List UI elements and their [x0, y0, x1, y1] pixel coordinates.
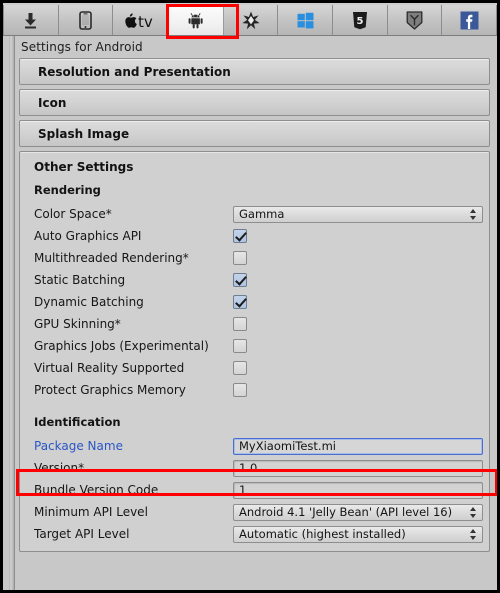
row-virtual-reality-supported: Virtual Reality Supported	[20, 357, 489, 379]
row-version: Version* 1.0	[20, 457, 489, 479]
tab-ios[interactable]	[58, 5, 114, 35]
tab-webgl[interactable]: 5	[333, 5, 388, 35]
chevron-updown-icon	[469, 506, 478, 519]
svg-text:tv: tv	[138, 13, 153, 30]
multithreaded-rendering-checkbox[interactable]	[233, 251, 247, 265]
other-settings-panel: Other Settings Rendering Color Space* Ga…	[19, 151, 490, 552]
static-batching-label: Static Batching	[34, 273, 126, 287]
html5-shield-icon: 5	[352, 11, 368, 30]
other-settings-title[interactable]: Other Settings	[20, 160, 489, 174]
row-package-name: Package Name MyXiaomiTest.mi	[20, 435, 489, 457]
tizen-icon	[241, 11, 261, 30]
samsung-tv-icon	[406, 10, 423, 30]
row-target-api-level: Target API Level Automatic (highest inst…	[20, 523, 489, 545]
rendering-group-label: Rendering	[34, 183, 101, 197]
virtual-reality-supported-label: Virtual Reality Supported	[34, 361, 185, 375]
row-auto-graphics-api: Auto Graphics API	[20, 225, 489, 247]
windows-logo-icon	[297, 12, 314, 29]
foldout-icon[interactable]: Icon	[19, 89, 490, 116]
chevron-updown-icon	[469, 208, 478, 221]
virtual-reality-supported-checkbox[interactable]	[233, 361, 247, 375]
row-minimum-api-level: Minimum API Level Android 4.1 'Jelly Bea…	[20, 501, 489, 523]
foldout-label: Splash Image	[38, 126, 130, 141]
version-value: 1.0	[239, 461, 258, 475]
player-settings-window: tv 5 Settings for Android Resolution and…	[0, 0, 500, 593]
tab-standalone[interactable]	[3, 5, 59, 35]
color-space-dropdown[interactable]: Gamma	[233, 205, 483, 223]
chevron-updown-icon	[469, 528, 478, 541]
row-bundle-version-code: Bundle Version Code 1	[20, 479, 489, 501]
settings-inspector: Settings for Android Resolution and Pres…	[3, 36, 497, 590]
minimum-api-level-value: Android 4.1 'Jelly Bean' (API level 16)	[239, 505, 453, 519]
protect-graphics-memory-label: Protect Graphics Memory	[34, 383, 186, 397]
package-name-label[interactable]: Package Name	[34, 439, 233, 453]
bundle-version-code-label: Bundle Version Code	[34, 483, 159, 497]
version-input[interactable]: 1.0	[233, 459, 483, 477]
tab-facebook[interactable]	[442, 5, 497, 35]
gpu-skinning-label: GPU Skinning*	[34, 317, 121, 331]
bundle-version-code-value: 1	[239, 483, 247, 497]
row-color-space: Color Space* Gamma	[20, 203, 489, 225]
download-arrow-icon	[23, 12, 38, 29]
tab-windows-store[interactable]	[278, 5, 334, 35]
auto-graphics-api-label: Auto Graphics API	[34, 229, 142, 243]
apple-tv-icon: tv	[121, 10, 159, 30]
graphics-jobs-checkbox[interactable]	[233, 339, 247, 353]
row-graphics-jobs: Graphics Jobs (Experimental)	[20, 335, 489, 357]
tab-tvos[interactable]: tv	[113, 5, 169, 35]
version-label: Version*	[34, 461, 85, 475]
minimum-api-level-dropdown[interactable]: Android 4.1 'Jelly Bean' (API level 16)	[233, 503, 483, 521]
gpu-skinning-checkbox[interactable]	[233, 317, 247, 331]
tab-samsung-tv[interactable]	[387, 5, 443, 35]
target-api-level-value: Automatic (highest installed)	[239, 527, 406, 541]
bundle-version-code-input[interactable]: 1	[233, 481, 483, 499]
row-static-batching: Static Batching	[20, 269, 489, 291]
tab-android[interactable]	[168, 5, 224, 35]
row-protect-graphics-memory: Protect Graphics Memory	[20, 379, 489, 401]
foldout-splash-image[interactable]: Splash Image	[19, 120, 490, 147]
auto-graphics-api-checkbox[interactable]	[233, 229, 247, 243]
identification-group-label: Identification	[34, 415, 121, 429]
dynamic-batching-label: Dynamic Batching	[34, 295, 144, 309]
dynamic-batching-checkbox[interactable]	[233, 295, 247, 309]
row-multithreaded-rendering: Multithreaded Rendering*	[20, 247, 489, 269]
tab-tizen[interactable]	[223, 5, 279, 35]
graphics-jobs-label: Graphics Jobs (Experimental)	[34, 339, 209, 353]
facebook-f-icon	[460, 11, 479, 30]
color-space-value: Gamma	[239, 207, 285, 221]
iphone-icon	[79, 10, 92, 30]
color-space-label: Color Space*	[34, 207, 112, 221]
protect-graphics-memory-checkbox[interactable]	[233, 383, 247, 397]
platform-tab-bar: tv 5	[3, 3, 497, 39]
target-api-level-label: Target API Level	[34, 527, 130, 541]
package-name-input[interactable]: MyXiaomiTest.mi	[233, 437, 483, 455]
static-batching-checkbox[interactable]	[233, 273, 247, 287]
row-dynamic-batching: Dynamic Batching	[20, 291, 489, 313]
row-gpu-skinning: GPU Skinning*	[20, 313, 489, 335]
foldout-label: Icon	[38, 95, 67, 110]
android-robot-icon	[188, 12, 204, 29]
package-name-value: MyXiaomiTest.mi	[239, 439, 336, 453]
svg-text:5: 5	[356, 16, 363, 27]
multithreaded-rendering-label: Multithreaded Rendering*	[34, 251, 189, 265]
foldout-resolution-and-presentation[interactable]: Resolution and Presentation	[19, 58, 490, 85]
foldout-label: Resolution and Presentation	[38, 64, 231, 79]
minimum-api-level-label: Minimum API Level	[34, 505, 148, 519]
page-title: Settings for Android	[21, 40, 143, 54]
target-api-level-dropdown[interactable]: Automatic (highest installed)	[233, 525, 483, 543]
